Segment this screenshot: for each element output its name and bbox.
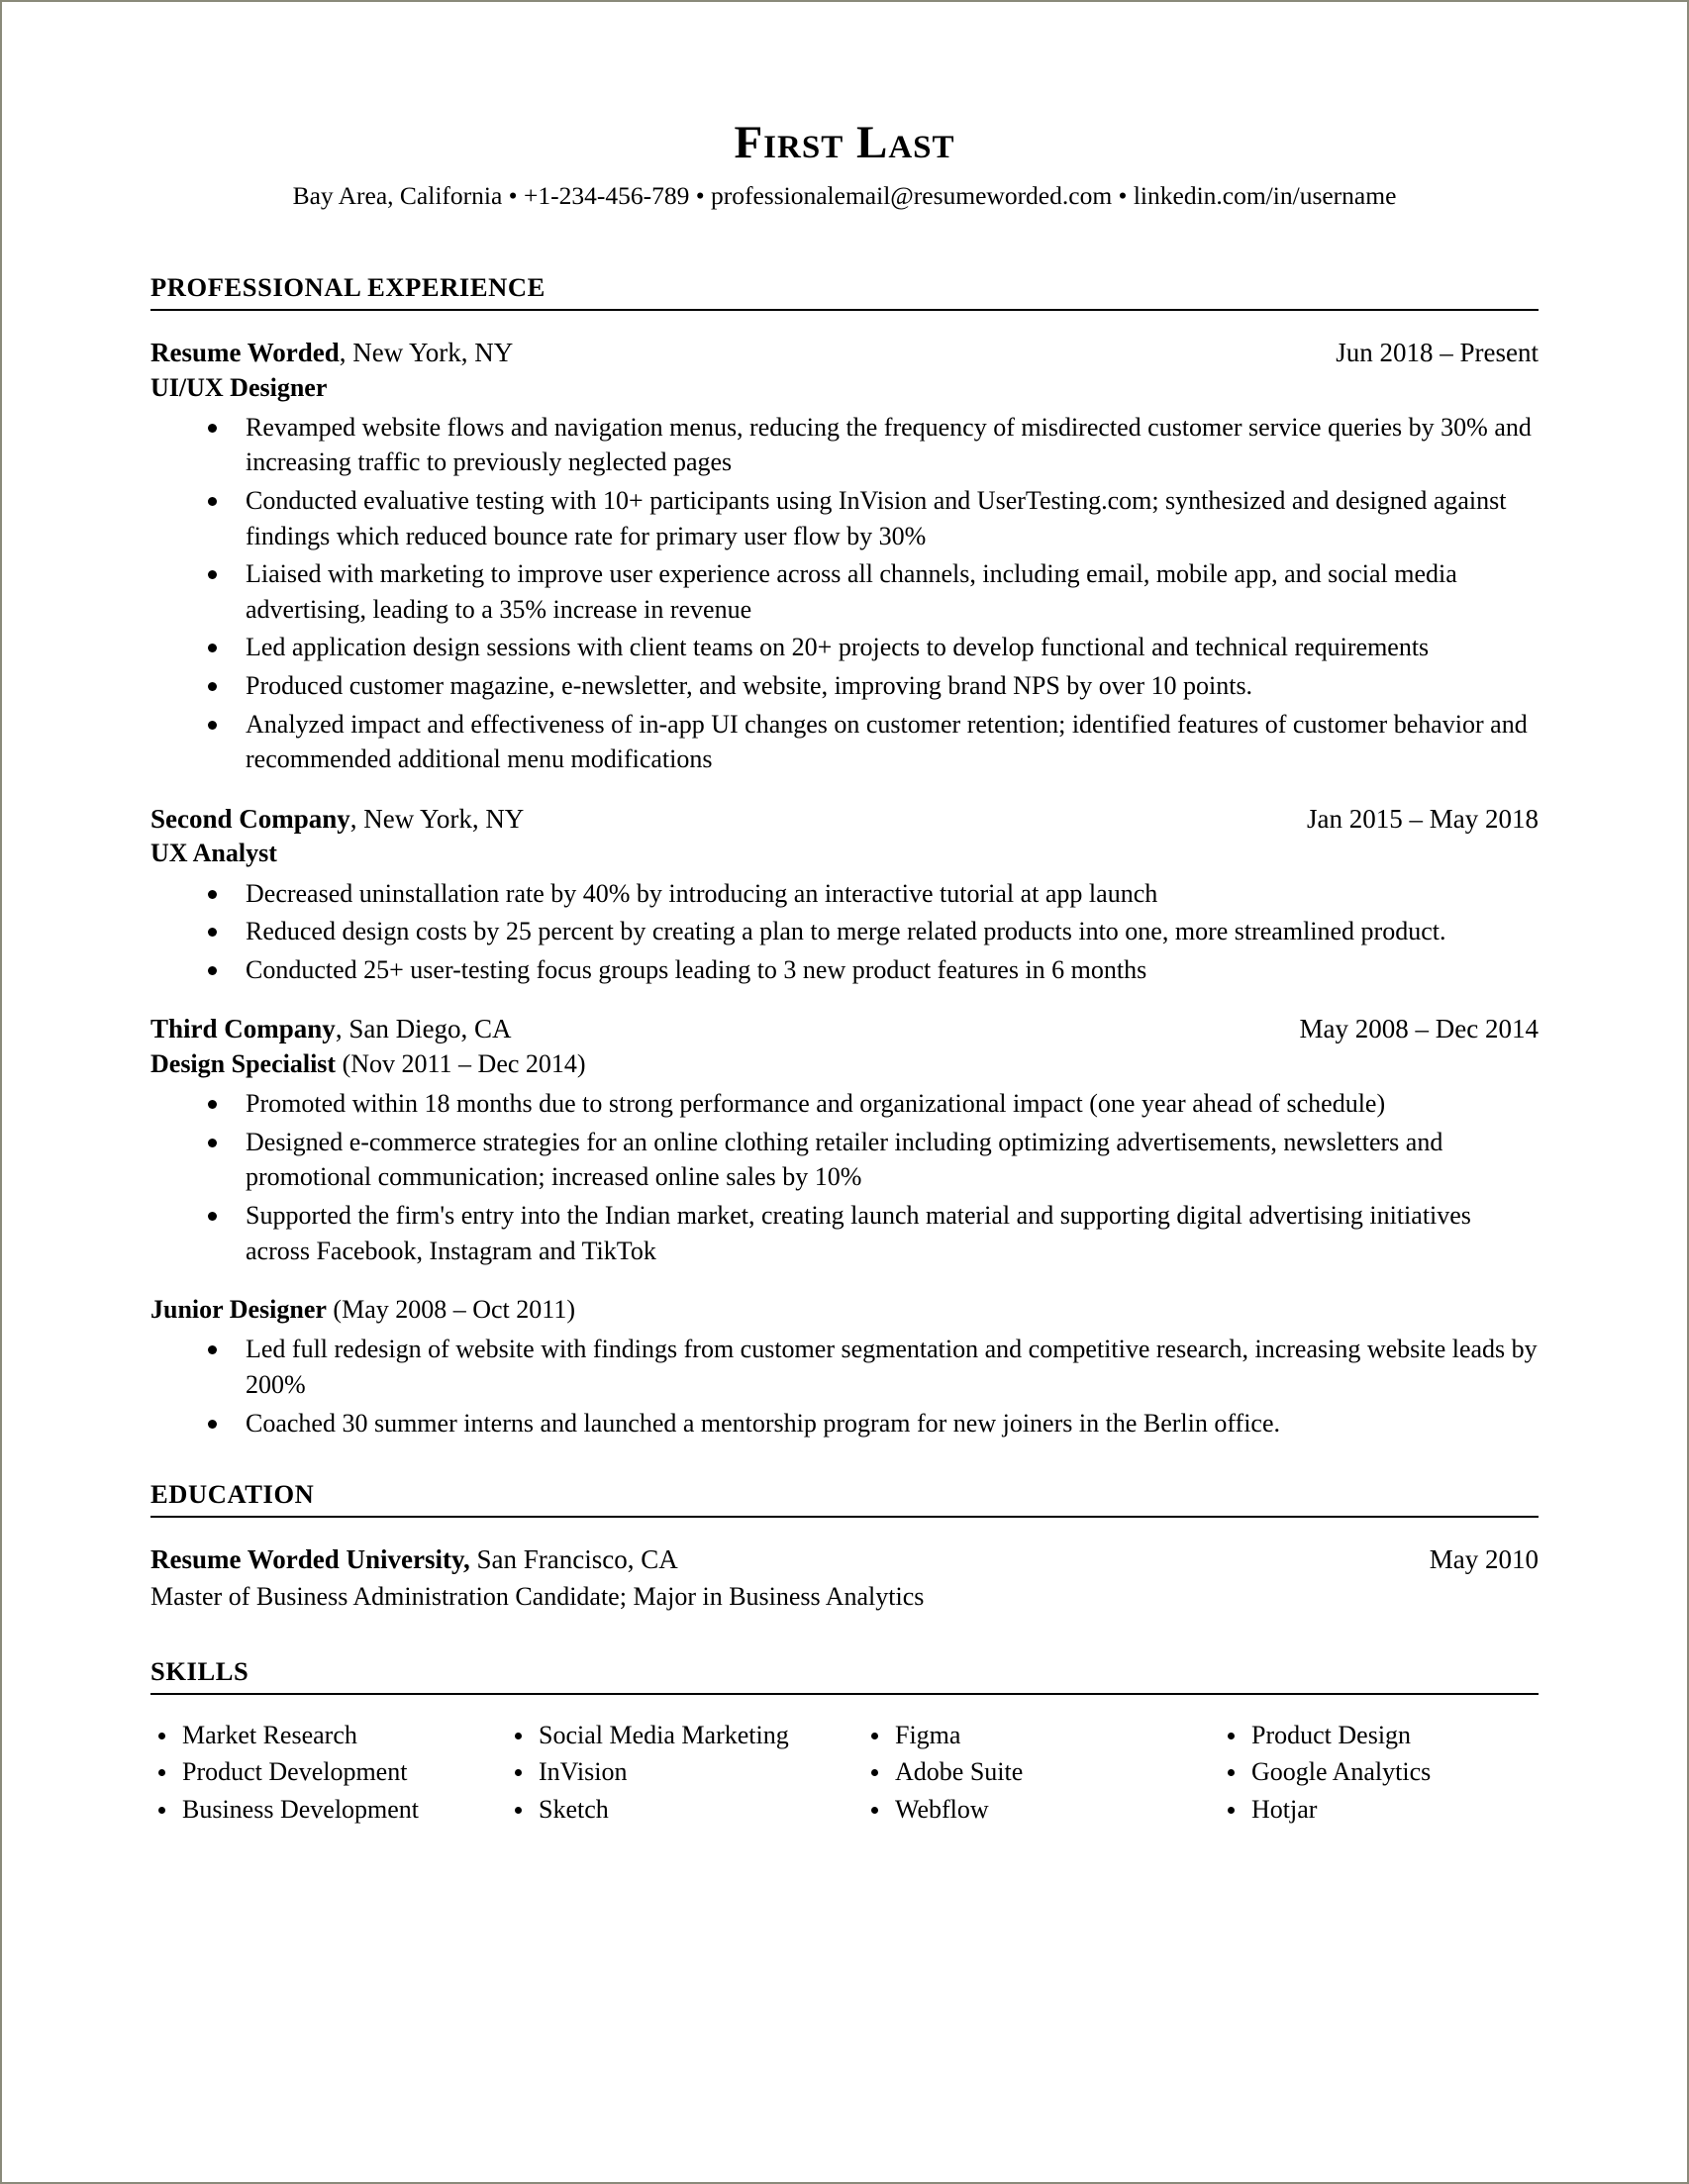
list-item: Produced customer magazine, e-newsletter… bbox=[150, 668, 1539, 704]
job-title: UI/UX Designer bbox=[150, 372, 1539, 404]
section-heading-experience: PROFESSIONAL EXPERIENCE bbox=[150, 271, 546, 302]
entry-header: Resume Worded, New York, NY Jun 2018 – P… bbox=[150, 337, 1539, 369]
list-item: Conducted evaluative testing with 10+ pa… bbox=[150, 483, 1539, 553]
list-item: Promoted within 18 months due to strong … bbox=[150, 1086, 1539, 1122]
section-heading-skills: SKILLS bbox=[150, 1655, 249, 1686]
bullet-list: Revamped website flows and navigation me… bbox=[150, 410, 1539, 777]
list-item: Figma bbox=[863, 1717, 1220, 1754]
entry-dates: May 2010 bbox=[1429, 1544, 1539, 1575]
list-item: Supported the firm's entry into the Indi… bbox=[150, 1198, 1539, 1268]
section-divider-education bbox=[150, 1516, 1539, 1519]
resume-page: First Last Bay Area, California • +1-234… bbox=[0, 0, 1689, 2184]
section-education: EDUCATION Resume Worded University, San … bbox=[150, 1480, 1539, 1613]
entry-dates: May 2008 – Dec 2014 bbox=[1299, 1014, 1539, 1044]
entry-dates: Jun 2018 – Present bbox=[1336, 338, 1539, 368]
list-item: Decreased uninstallation rate by 40% by … bbox=[150, 876, 1539, 912]
job-title: UX Analyst bbox=[150, 838, 1539, 869]
list-item: Analyzed impact and effectiveness of in-… bbox=[150, 707, 1539, 777]
entry-header: Resume Worded University, San Francisco,… bbox=[150, 1543, 1539, 1576]
skills-grid: Market Research Social Media Marketing F… bbox=[150, 1717, 1539, 1829]
list-item: Social Media Marketing bbox=[507, 1717, 863, 1754]
section-heading-education: EDUCATION bbox=[150, 1479, 315, 1510]
job-title: Junior Designer (May 2008 – Oct 2011) bbox=[150, 1294, 1539, 1326]
list-item: Product Development bbox=[150, 1753, 507, 1791]
list-item: Designed e-commerce strategies for an on… bbox=[150, 1125, 1539, 1195]
list-item: Liaised with marketing to improve user e… bbox=[150, 556, 1539, 627]
list-item: Conducted 25+ user-testing focus groups … bbox=[150, 952, 1539, 988]
job-title-text: Junior Designer bbox=[150, 1295, 327, 1325]
entry-org-line: Resume Worded, New York, NY bbox=[150, 337, 513, 369]
company-name: Second Company bbox=[150, 803, 350, 834]
degree-line: Master of Business Administration Candid… bbox=[150, 1581, 925, 1611]
school-name: Resume Worded University, bbox=[150, 1544, 470, 1575]
job-title-text: Design Specialist bbox=[150, 1048, 337, 1078]
entry-org-line: Resume Worded University, San Francisco,… bbox=[150, 1543, 678, 1576]
list-item: Reduced design costs by 25 percent by cr… bbox=[150, 914, 1539, 949]
entry-header: Second Company, New York, NY Jan 2015 – … bbox=[150, 803, 1539, 836]
list-item: Led full redesign of website with findin… bbox=[150, 1332, 1539, 1402]
list-item: Revamped website flows and navigation me… bbox=[150, 410, 1539, 480]
list-item: Product Design bbox=[1220, 1717, 1539, 1754]
list-item: InVision bbox=[507, 1753, 863, 1791]
contact-line: Bay Area, California • +1-234-456-789 • … bbox=[292, 181, 1397, 211]
experience-entry: Resume Worded, New York, NY Jun 2018 – P… bbox=[150, 337, 1539, 777]
company-location: , San Diego, CA bbox=[335, 1014, 512, 1044]
school-location: San Francisco, CA bbox=[469, 1544, 678, 1575]
page-title: First Last bbox=[734, 117, 955, 168]
entry-dates: Jan 2015 – May 2018 bbox=[1307, 803, 1539, 834]
education-entry: Resume Worded University, San Francisco,… bbox=[150, 1543, 1539, 1613]
list-item: Hotjar bbox=[1220, 1791, 1539, 1829]
list-item: Adobe Suite bbox=[863, 1753, 1220, 1791]
entry-org-line: Second Company, New York, NY bbox=[150, 803, 524, 836]
bullet-list: Decreased uninstallation rate by 40% by … bbox=[150, 876, 1539, 988]
section-professional-experience: PROFESSIONAL EXPERIENCE Resume Worded, N… bbox=[150, 271, 1539, 1440]
list-item: Led application design sessions with cli… bbox=[150, 630, 1539, 665]
list-item: Google Analytics bbox=[1220, 1753, 1539, 1791]
company-name: Third Company bbox=[150, 1014, 336, 1044]
job-title-text: UX Analyst bbox=[150, 839, 277, 868]
job-title-dates: (Nov 2011 – Dec 2014) bbox=[336, 1048, 586, 1078]
resume-content: First Last Bay Area, California • +1-234… bbox=[150, 2, 1539, 1829]
experience-entry: Third Company, San Diego, CA May 2008 – … bbox=[150, 1013, 1539, 1268]
section-skills: SKILLS Market Research Social Media Mark… bbox=[150, 1655, 1539, 1829]
experience-entry: Junior Designer (May 2008 – Oct 2011) Le… bbox=[150, 1294, 1539, 1440]
job-title-text: UI/UX Designer bbox=[150, 372, 328, 402]
section-divider-experience bbox=[150, 309, 1539, 312]
list-item: Coached 30 summer interns and launched a… bbox=[150, 1406, 1539, 1441]
list-item: Sketch bbox=[507, 1791, 863, 1829]
list-item: Webflow bbox=[863, 1791, 1220, 1829]
bullet-list: Promoted within 18 months due to strong … bbox=[150, 1086, 1539, 1268]
job-title: Design Specialist (Nov 2011 – Dec 2014) bbox=[150, 1048, 1539, 1080]
section-divider-skills bbox=[150, 1692, 1539, 1695]
company-location: , New York, NY bbox=[339, 338, 514, 368]
entry-org-line: Third Company, San Diego, CA bbox=[150, 1013, 512, 1045]
list-item: Market Research bbox=[150, 1717, 507, 1754]
company-location: , New York, NY bbox=[349, 803, 525, 834]
bullet-list: Led full redesign of website with findin… bbox=[150, 1332, 1539, 1440]
company-name: Resume Worded bbox=[150, 338, 340, 368]
list-item: Business Development bbox=[150, 1791, 507, 1829]
job-title-dates: (May 2008 – Oct 2011) bbox=[326, 1295, 575, 1325]
experience-entry: Second Company, New York, NY Jan 2015 – … bbox=[150, 803, 1539, 988]
entry-header: Third Company, San Diego, CA May 2008 – … bbox=[150, 1013, 1539, 1045]
